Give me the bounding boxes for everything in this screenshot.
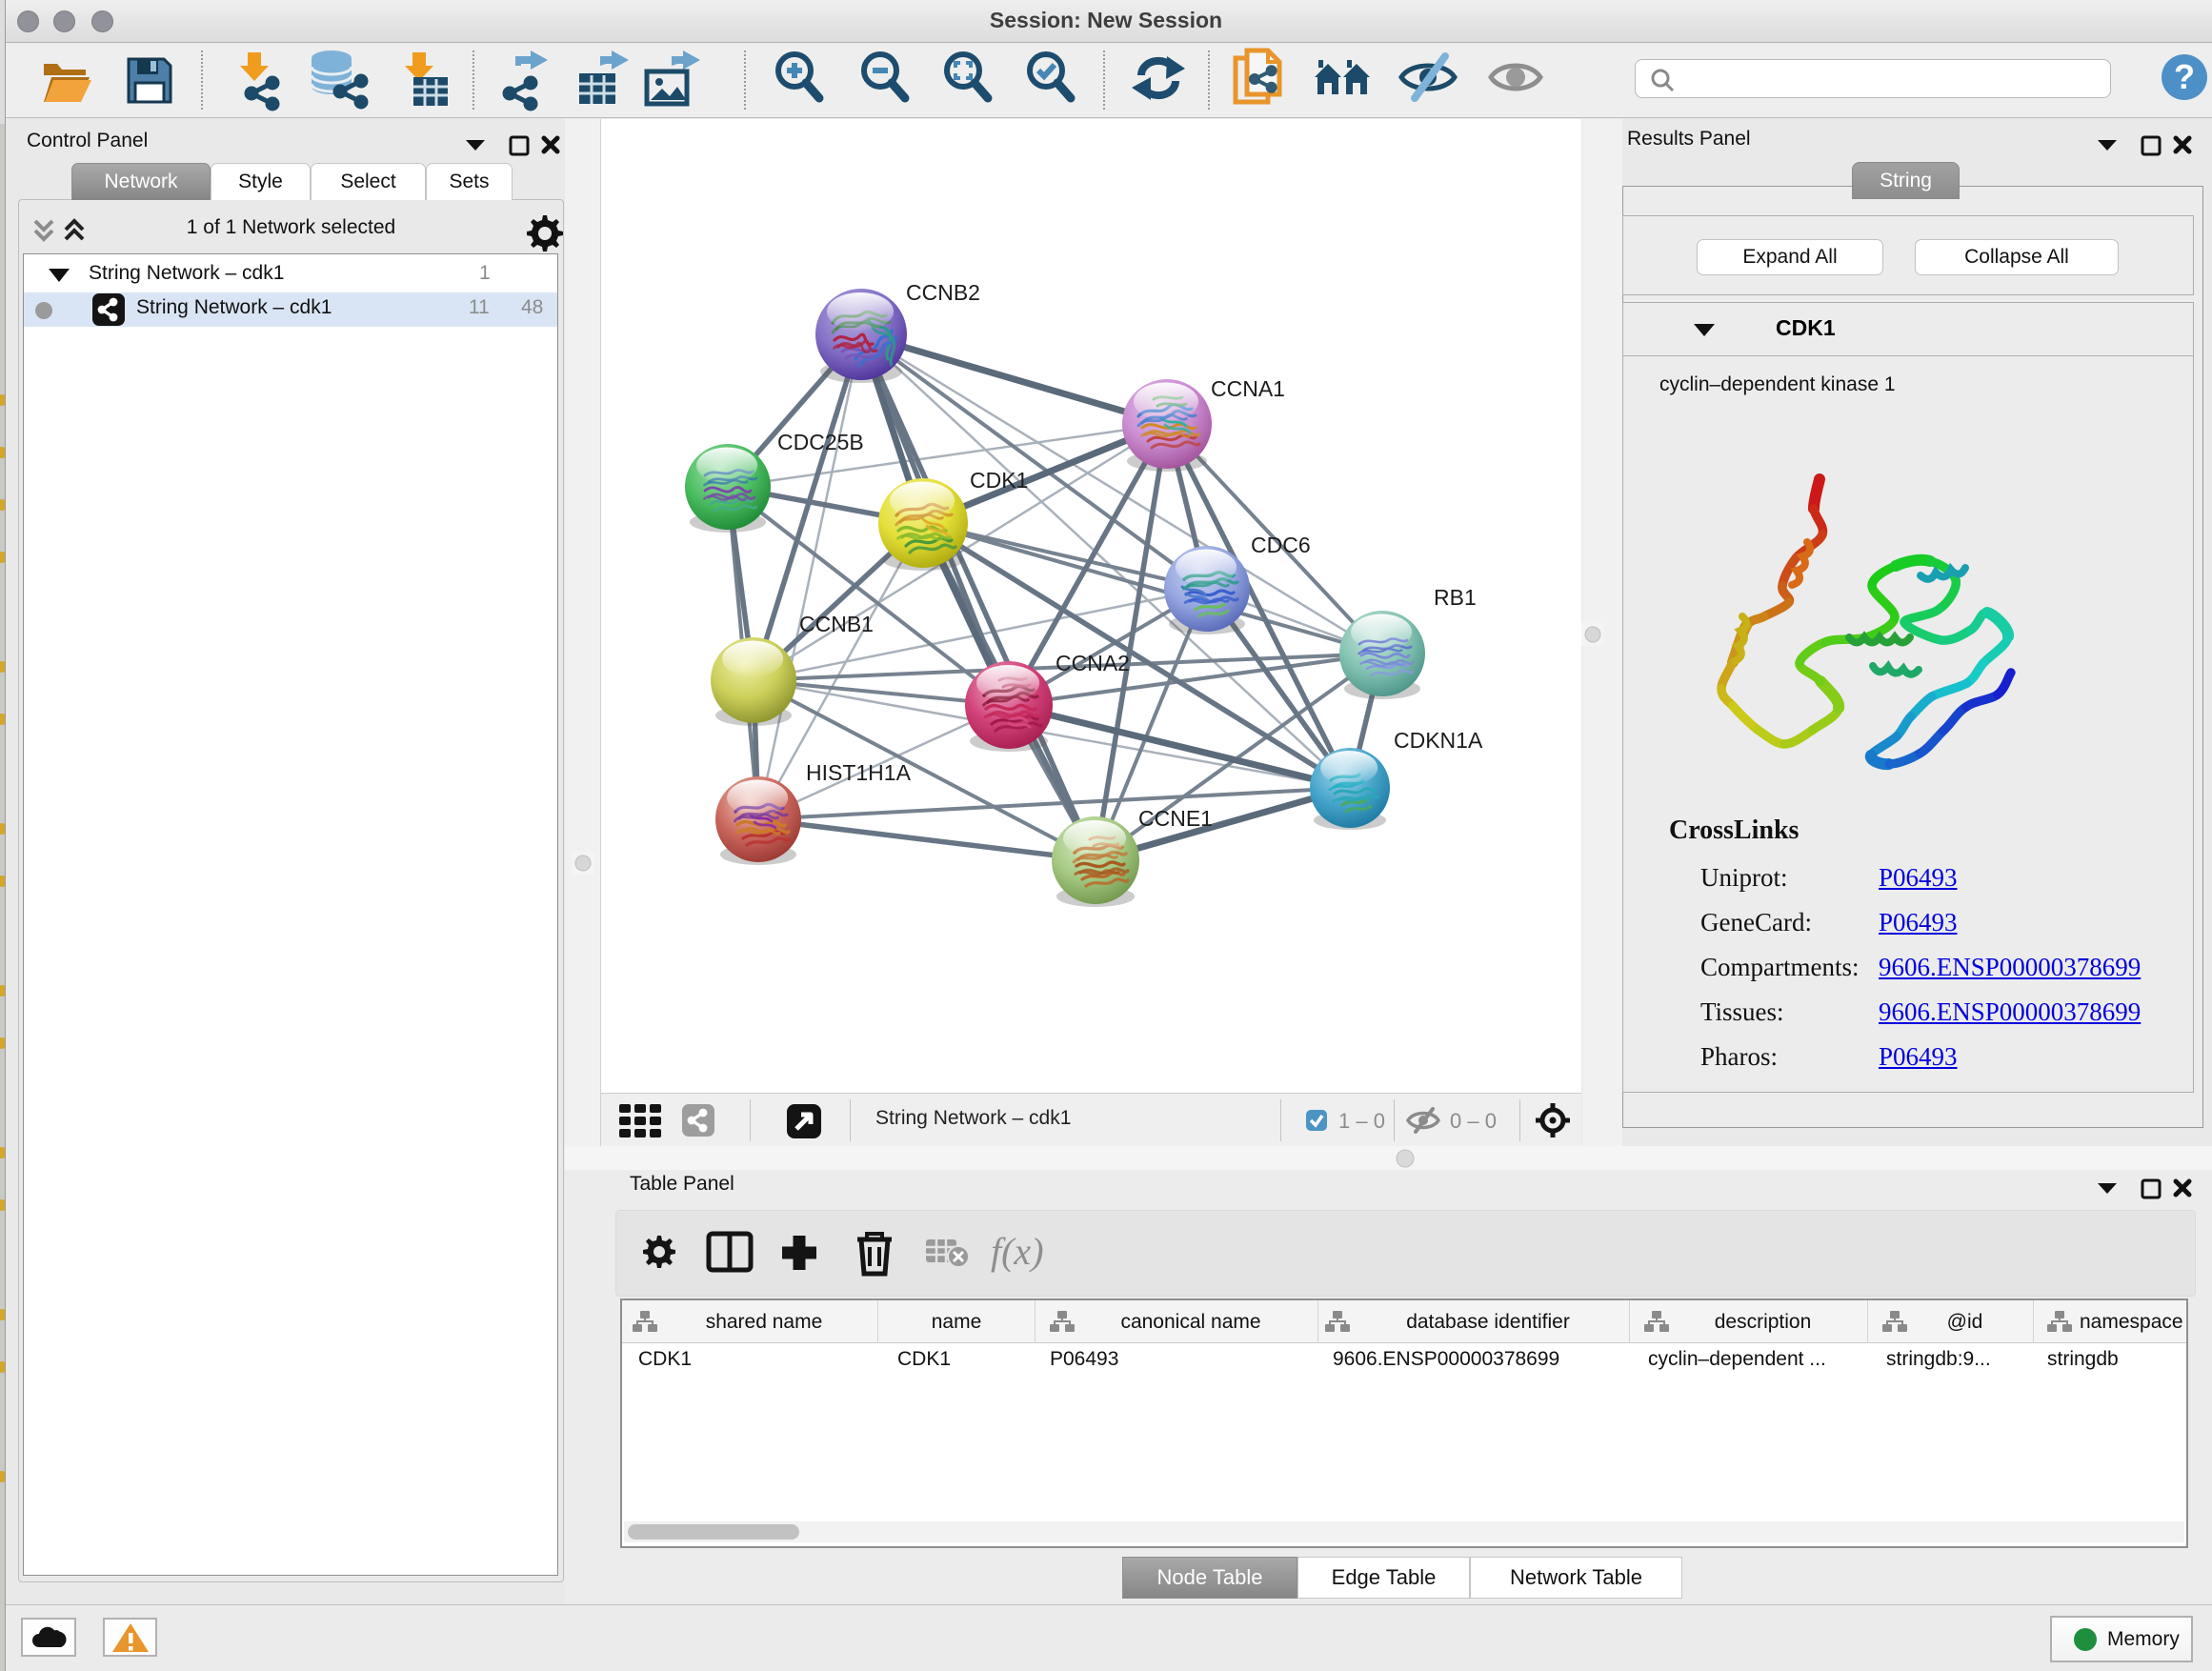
- svg-text:HIST1H1A: HIST1H1A: [806, 760, 912, 785]
- svg-text:CCNA2: CCNA2: [1056, 651, 1130, 675]
- svg-text:0 – 0: 0 – 0: [1450, 1109, 1497, 1133]
- svg-text:CDC25B: CDC25B: [777, 430, 864, 454]
- svg-text:f(x): f(x): [991, 1230, 1044, 1273]
- svg-text:CDK1: CDK1: [970, 468, 1028, 493]
- svg-text:CDKN1A: CDKN1A: [1394, 728, 1483, 753]
- svg-text:?: ?: [2174, 57, 2195, 96]
- svg-text:CCNB1: CCNB1: [799, 612, 874, 636]
- svg-text:CCNE1: CCNE1: [1138, 806, 1213, 831]
- svg-text:CDC6: CDC6: [1251, 533, 1311, 557]
- svg-text:CCNA1: CCNA1: [1211, 376, 1285, 401]
- svg-text:1 – 0: 1 – 0: [1338, 1109, 1385, 1133]
- svg-text:CCNB2: CCNB2: [906, 280, 980, 305]
- svg-text:RB1: RB1: [1434, 585, 1477, 610]
